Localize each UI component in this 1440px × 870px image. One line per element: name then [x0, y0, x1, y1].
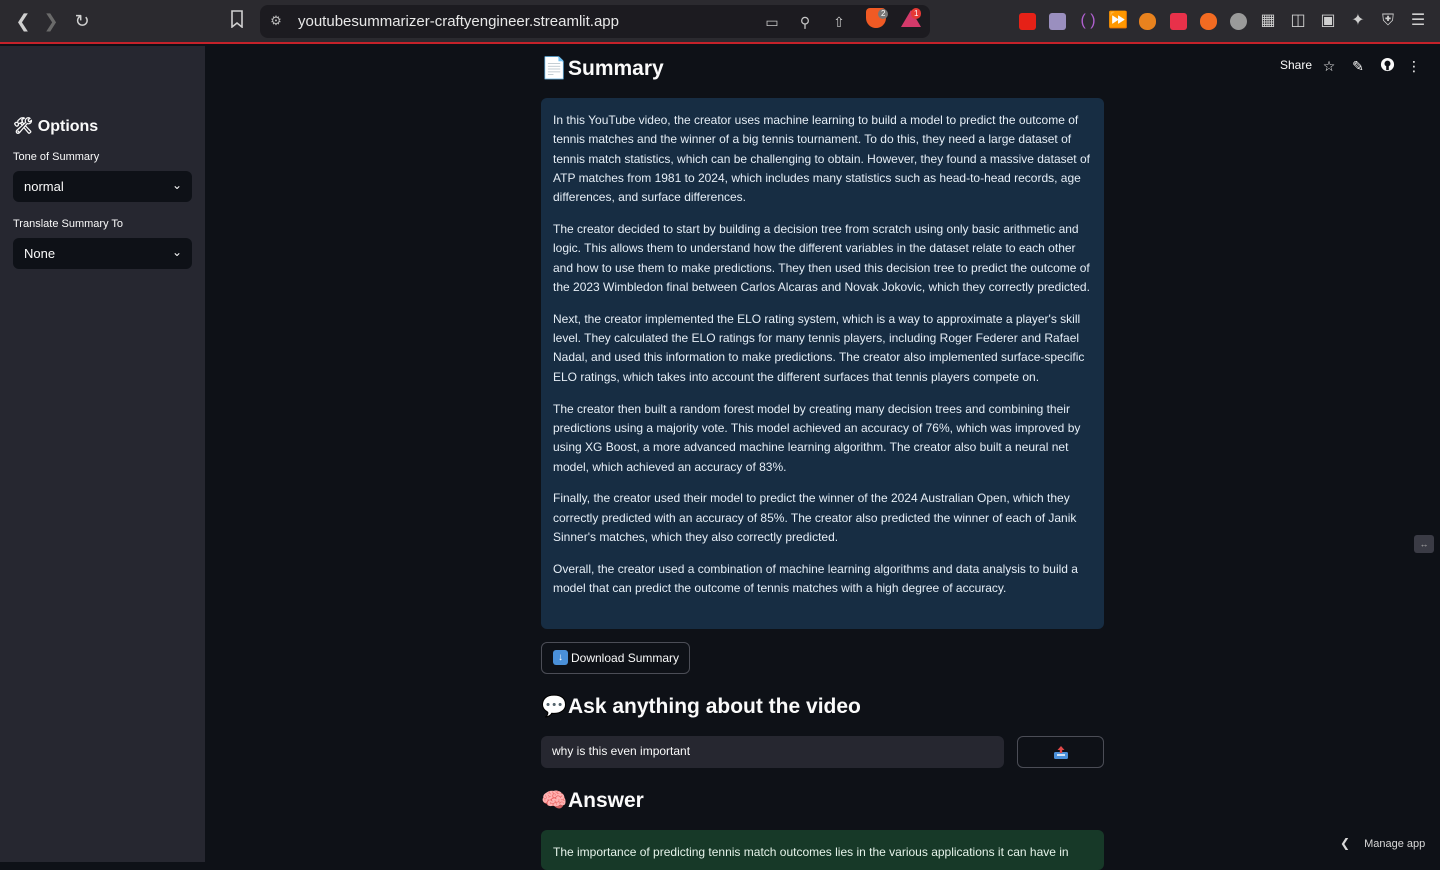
extensions-icon[interactable]: ▦ [1258, 11, 1278, 31]
summary-box: In this YouTube video, the creator uses … [541, 98, 1104, 629]
translate-value: None [24, 246, 56, 261]
share-button[interactable]: Share [1280, 58, 1312, 72]
tone-select[interactable]: normal ⌄ [13, 171, 192, 202]
ask-heading: 💬Ask anything about the video [541, 695, 861, 718]
translate-select[interactable]: None ⌄ [13, 238, 192, 269]
sidebar-icon[interactable]: ◫ [1288, 11, 1308, 31]
github-icon[interactable] [1378, 57, 1396, 75]
url-text[interactable]: youtubesummarizer-craftyengineer.streaml… [298, 13, 619, 30]
expand-handle-icon[interactable]: ↔ [1414, 535, 1434, 553]
answer-heading: 🧠Answer [541, 789, 644, 812]
question-input[interactable]: why is this even important [541, 736, 1004, 768]
tone-value: normal [24, 179, 64, 194]
manage-app-button[interactable]: ❮ Manage app [1340, 836, 1425, 850]
star-icon[interactable]: ☆ [1320, 57, 1338, 75]
send-question-button[interactable] [1017, 736, 1104, 768]
summary-heading: 📄Summary [541, 57, 664, 80]
fast-forward-extension-icon[interactable]: ⏩ [1108, 11, 1128, 31]
answer-text: The importance of predicting tennis matc… [553, 845, 1069, 859]
bookmark-icon[interactable] [226, 10, 248, 32]
sidebar-title: 🛠 Options [13, 118, 99, 135]
more-icon[interactable]: ⋮ [1405, 57, 1423, 75]
youtube-extension-icon[interactable] [1019, 13, 1036, 30]
page-icon: 📄 [541, 57, 568, 80]
chevron-down-icon: ⌄ [171, 245, 182, 259]
leo-ai-icon[interactable]: ✦ [1348, 11, 1368, 31]
back-icon[interactable]: ❮ [12, 10, 34, 32]
menu-icon[interactable]: ☰ [1408, 11, 1428, 31]
sidebar: 🛠 Options Tone of Summary normal ⌄ Trans… [0, 46, 205, 862]
summary-paragraph: The creator then built a random forest m… [553, 401, 1081, 474]
address-bar[interactable]: ⚙ youtubesummarizer-craftyengineer.strea… [260, 5, 930, 38]
summary-paragraph: Next, the creator implemented the ELO ra… [553, 311, 1085, 384]
brackets-extension-icon[interactable]: ( ) [1078, 11, 1098, 31]
browser-toolbar: ❮ ❯ ↻ ⚙ youtubesummarizer-craftyengineer… [0, 0, 1440, 44]
zoom-icon[interactable]: ⚲ [796, 13, 814, 31]
forward-icon[interactable]: ❯ [40, 10, 62, 32]
todoist-extension-icon[interactable] [1170, 13, 1187, 30]
edit-icon[interactable]: ✎ [1349, 57, 1367, 75]
extension-icon[interactable] [1230, 13, 1247, 30]
extension-icon[interactable] [1049, 13, 1066, 30]
question-input-value: why is this even important [552, 744, 691, 758]
tools-icon: 🛠 [13, 118, 34, 135]
summary-paragraph: In this YouTube video, the creator uses … [553, 113, 1090, 205]
site-settings-icon[interactable]: ⚙ [268, 13, 284, 29]
download-arrow-icon: ↓ [553, 650, 568, 665]
extension-icon[interactable] [1200, 13, 1217, 30]
brain-icon: 🧠 [541, 789, 568, 812]
summary-paragraph: The creator decided to start by building… [553, 222, 1090, 294]
share-icon[interactable]: ⇧ [830, 13, 848, 31]
wallet-icon[interactable]: ▣ [1318, 11, 1338, 31]
answer-box: The importance of predicting tennis matc… [541, 830, 1104, 870]
chevron-down-icon: ⌄ [171, 178, 182, 192]
vpn-icon[interactable]: ⛨ [1378, 11, 1398, 31]
metamask-extension-icon[interactable] [1139, 13, 1156, 30]
cast-icon[interactable]: ▭ [763, 13, 781, 31]
translate-label: Translate Summary To [13, 218, 124, 230]
speech-bubble-icon: 💬 [541, 695, 568, 718]
reload-icon[interactable]: ↻ [71, 10, 93, 32]
summary-paragraph: Overall, the creator used a combination … [553, 561, 1078, 596]
download-summary-button[interactable]: ↓ Download Summary [541, 642, 690, 674]
summary-paragraph: Finally, the creator used their model to… [553, 491, 1077, 545]
chevron-left-icon: ❮ [1340, 836, 1351, 850]
outbox-tray-icon [1054, 746, 1068, 759]
tone-label: Tone of Summary [13, 151, 100, 163]
